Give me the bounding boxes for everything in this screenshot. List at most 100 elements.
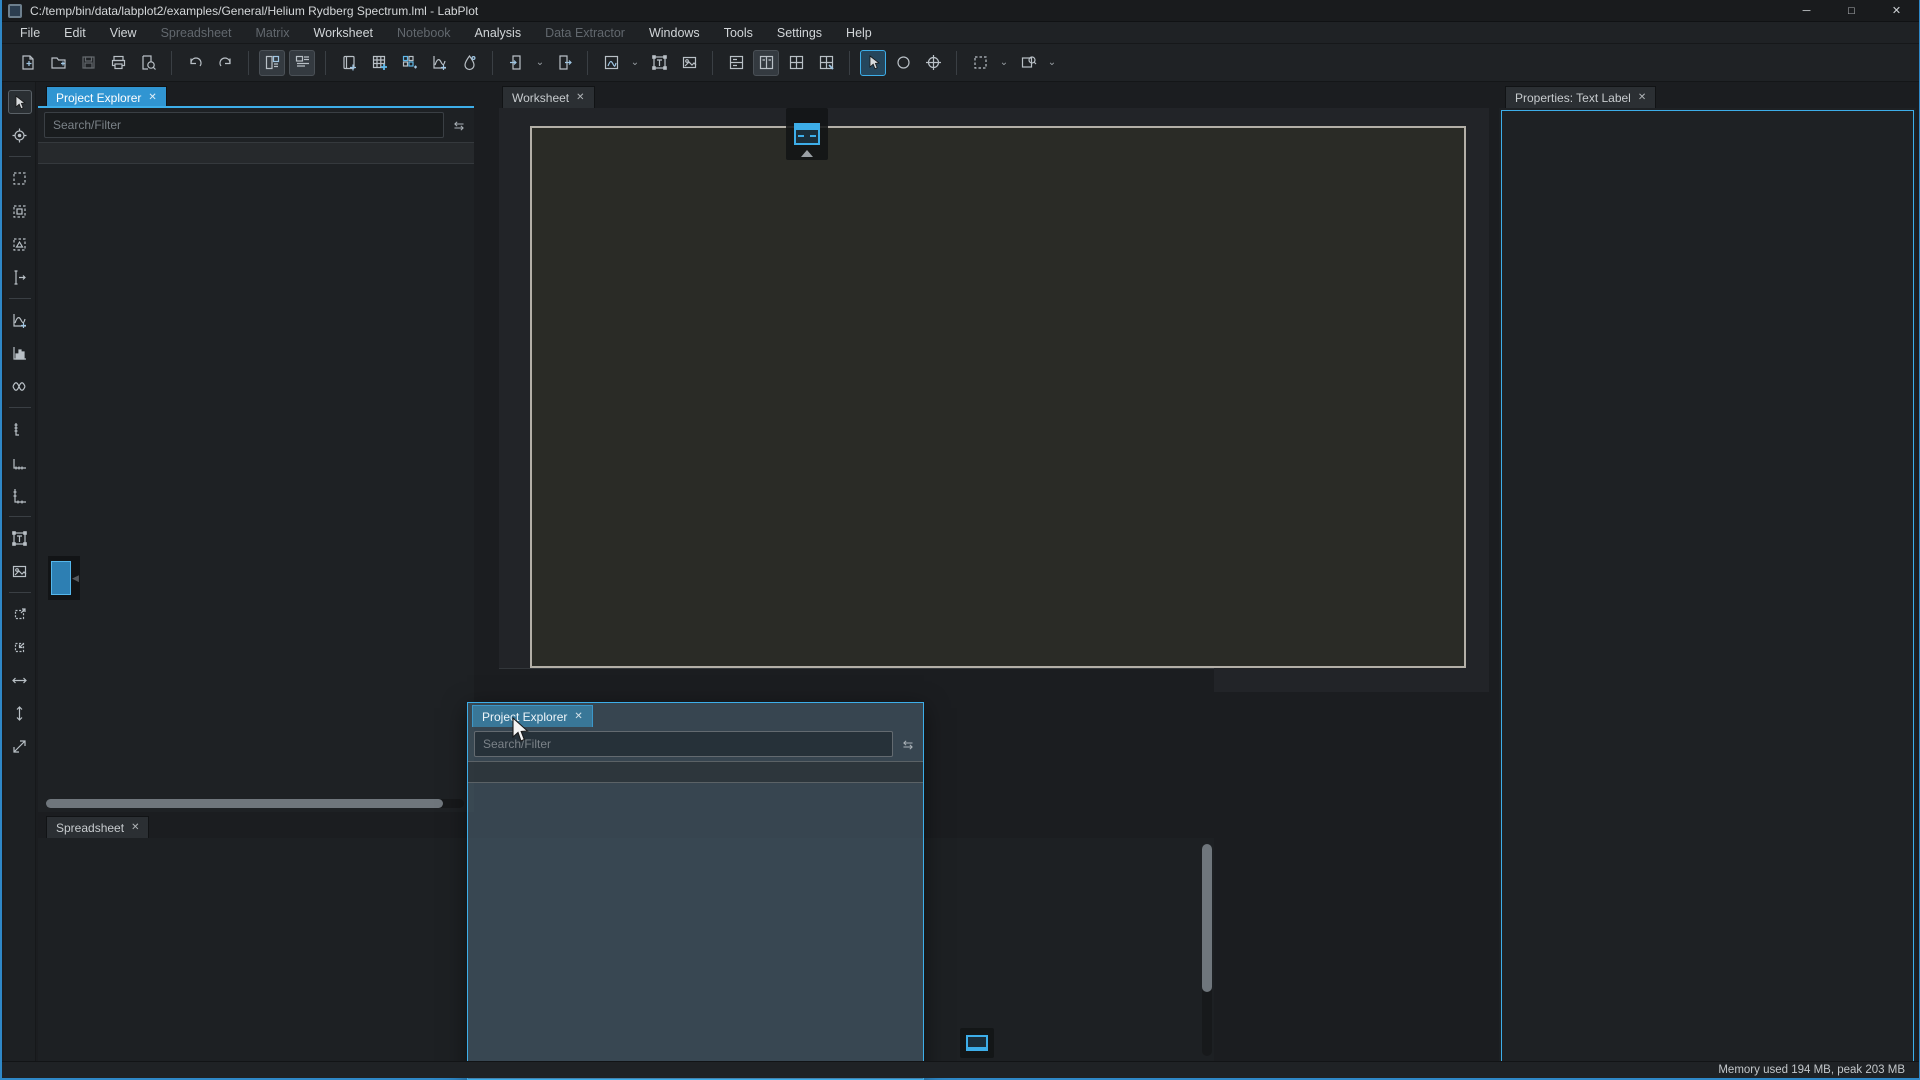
cursor-line-tool-button[interactable] (8, 265, 32, 289)
toolbar-separator (712, 51, 713, 75)
menu-worksheet[interactable]: Worksheet (302, 24, 386, 42)
layout-vertical-button[interactable] (723, 50, 749, 76)
new-text-label-button[interactable] (646, 50, 672, 76)
axis-horizontal-tool-button[interactable] (8, 450, 32, 474)
pointer-tool-button[interactable] (8, 90, 32, 114)
search-input[interactable] (44, 112, 444, 138)
toggle-project-explorer-button[interactable] (259, 50, 285, 76)
save-project-button[interactable] (75, 50, 101, 76)
filter-options-icon[interactable]: ⇆ (448, 112, 470, 138)
close-icon[interactable]: ✕ (576, 92, 584, 103)
app-icon (8, 4, 22, 18)
layout-break-button[interactable] (813, 50, 839, 76)
floating-project-explorer[interactable]: Project Explorer✕ ⇆ (467, 702, 924, 1080)
open-project-button[interactable] (45, 50, 71, 76)
fourier-tool-button[interactable] (8, 374, 32, 398)
new-project-button[interactable] (15, 50, 41, 76)
toolbar: ⌄ ⌄ ⌄ ⌄ (2, 44, 1919, 82)
new-xy-curve-button[interactable] (426, 50, 452, 76)
import-dropdown-icon[interactable]: ⌄ (533, 50, 547, 76)
worksheet-side-toolbar (4, 82, 36, 1062)
maximize-button[interactable]: □ (1829, 0, 1874, 21)
crosshair-mode-button[interactable] (920, 50, 946, 76)
new-spreadsheet-button[interactable] (366, 50, 392, 76)
image-tool-button[interactable] (8, 559, 32, 583)
menu-analysis[interactable]: Analysis (463, 24, 534, 42)
select-mouse-mode-button[interactable] (860, 50, 886, 76)
axis-vertical-tool-button[interactable] (8, 417, 32, 441)
layout-horizontal-button[interactable] (753, 50, 779, 76)
select-rect-tool-button[interactable] (8, 166, 32, 190)
tab-spreadsheet[interactable]: Spreadsheet✕ (46, 816, 149, 838)
close-icon[interactable]: ✕ (131, 822, 139, 833)
close-icon[interactable]: ✕ (1638, 92, 1646, 103)
shift-x-tool-button[interactable] (8, 668, 32, 692)
new-matrix-button[interactable] (396, 50, 422, 76)
toggle-properties-explorer-button[interactable] (289, 50, 315, 76)
color-maps-button[interactable] (456, 50, 482, 76)
menu-tools[interactable]: Tools (712, 24, 765, 42)
toolbar-separator (849, 51, 850, 75)
tab-project-explorer[interactable]: Project Explorer✕ (46, 86, 167, 108)
new-plot-dropdown-icon[interactable]: ⌄ (628, 50, 642, 76)
menu-windows[interactable]: Windows (637, 24, 712, 42)
dock-indicator-bottom (960, 1028, 994, 1058)
search-input[interactable] (474, 731, 893, 757)
menu-edit[interactable]: Edit (52, 24, 98, 42)
select-region-tool-button[interactable] (8, 199, 32, 223)
redo-button[interactable] (212, 50, 238, 76)
tab-properties[interactable]: Properties: Text Label✕ (1505, 86, 1656, 108)
new-workbook-button[interactable] (336, 50, 362, 76)
worksheet-canvas[interactable] (499, 108, 1489, 692)
menu-settings[interactable]: Settings (765, 24, 834, 42)
shift-y-tool-button[interactable] (8, 701, 32, 725)
text-label-tool-button[interactable] (8, 526, 32, 550)
tab-floating-project-explorer[interactable]: Project Explorer✕ (472, 705, 593, 727)
titlebar: C:/temp/bin/data/labplot2/examples/Gener… (2, 0, 1919, 22)
print-button[interactable] (105, 50, 131, 76)
zoom-out-tool-button[interactable] (8, 635, 32, 659)
layout-grid-button[interactable] (783, 50, 809, 76)
close-icon[interactable]: ✕ (574, 711, 582, 722)
close-icon[interactable]: ✕ (148, 92, 156, 103)
mouse-cursor (510, 717, 530, 743)
menubar: FileEditViewSpreadsheetMatrixWorksheetNo… (2, 22, 1919, 44)
horizontal-scrollbar[interactable] (46, 799, 464, 808)
magnification-combo-dropdown-icon[interactable]: ⌄ (1045, 50, 1059, 76)
tab-worksheet[interactable]: Worksheet✕ (502, 86, 595, 108)
menu-help[interactable]: Help (834, 24, 884, 42)
project-explorer-dock: Project Explorer✕ ⇆ ◀ (38, 84, 474, 812)
filter-options-icon[interactable]: ⇆ (897, 731, 919, 757)
selection-combo-dropdown-icon[interactable]: ⌄ (997, 50, 1011, 76)
menu-file[interactable]: File (8, 24, 52, 42)
target-tool-button[interactable] (8, 123, 32, 147)
export-button[interactable] (551, 50, 577, 76)
new-image-button[interactable] (676, 50, 702, 76)
minimize-button[interactable]: ─ (1784, 0, 1829, 21)
undo-button[interactable] (182, 50, 208, 76)
menu-notebook: Notebook (385, 24, 463, 42)
toolbar-separator (248, 51, 249, 75)
axis-both-tool-button[interactable] (8, 483, 32, 507)
close-button[interactable]: ✕ (1874, 0, 1919, 21)
zoom-select-mode-button[interactable] (890, 50, 916, 76)
vertical-scrollbar[interactable] (1202, 844, 1212, 1056)
toolbar-separator (587, 51, 588, 75)
toolbar-separator (171, 51, 172, 75)
dock-indicator-top (786, 108, 828, 160)
histogram-tool-button[interactable] (8, 341, 32, 365)
selection-combo-button[interactable] (967, 50, 993, 76)
tree-header[interactable] (38, 142, 474, 164)
scale-auto-tool-button[interactable] (8, 734, 32, 758)
print-preview-button[interactable] (135, 50, 161, 76)
import-button[interactable] (503, 50, 529, 76)
xy-curve-tool-button[interactable] (8, 308, 32, 332)
window-title: C:/temp/bin/data/labplot2/examples/Gener… (30, 4, 478, 18)
select-free-tool-button[interactable] (8, 232, 32, 256)
new-plot-button[interactable] (598, 50, 624, 76)
menu-view[interactable]: View (98, 24, 149, 42)
zoom-in-tool-button[interactable] (8, 602, 32, 626)
dock-indicator-cluster (754, 340, 884, 464)
magnification-combo-button[interactable] (1015, 50, 1041, 76)
panel-drag-handle[interactable]: ◀ (48, 556, 80, 600)
